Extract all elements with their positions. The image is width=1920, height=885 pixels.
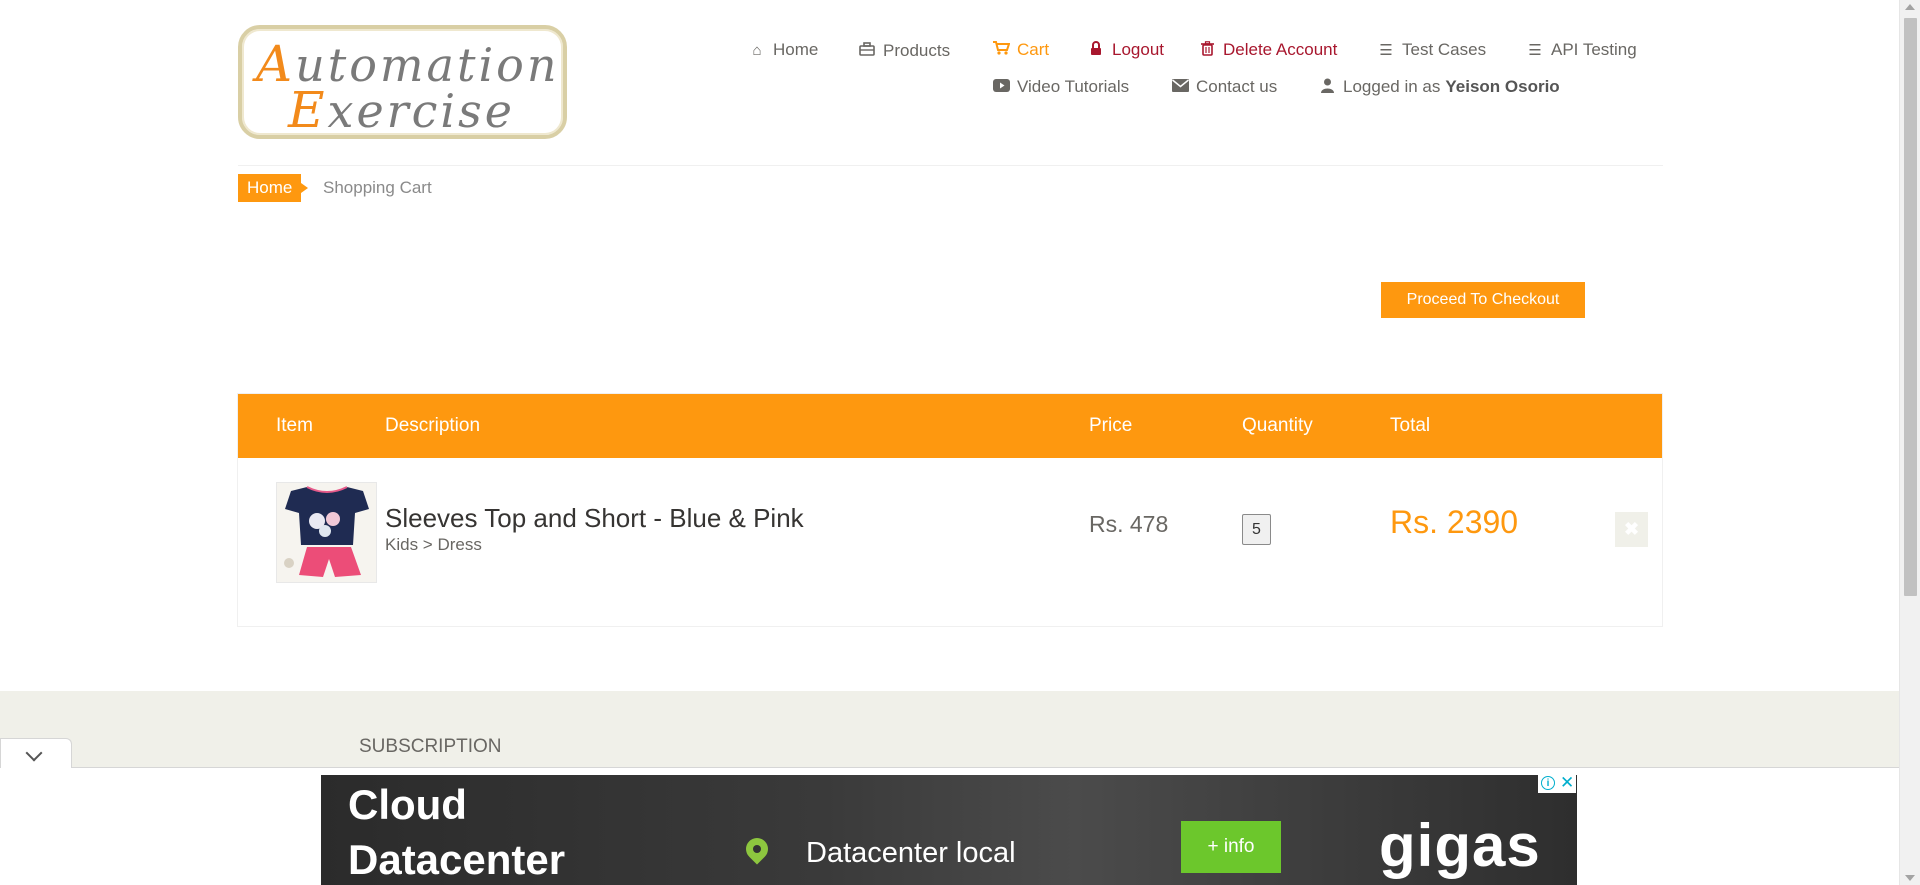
nav-video-tutorials[interactable]: Video Tutorials (993, 77, 1129, 97)
nav-delete-account[interactable]: Delete Account (1199, 40, 1337, 60)
location-pin-icon (741, 833, 773, 865)
site-logo[interactable]: Automation Exercise (238, 25, 567, 139)
product-price: Rs. 478 (1089, 511, 1169, 537)
nav-delete-account-label: Delete Account (1223, 40, 1338, 59)
nav-test-cases[interactable]: ☰ Test Cases (1378, 40, 1486, 60)
header-divider (238, 165, 1663, 166)
nav-logout[interactable]: Logout (1088, 40, 1164, 60)
logo-rest-2: xercise (327, 84, 515, 138)
ad-controls: i ✕ (1538, 773, 1576, 793)
breadcrumb-home[interactable]: Home (238, 174, 309, 202)
nav-cart-label: Cart (1017, 40, 1050, 59)
nav-video-tutorials-label: Video Tutorials (1017, 77, 1130, 96)
nav-cart[interactable]: Cart (993, 40, 1049, 60)
ad-title-line-2: Datacenter (348, 836, 566, 883)
username: Yeison Osorio (1445, 77, 1560, 96)
scroll-thumb[interactable] (1904, 18, 1917, 596)
nav-api-testing[interactable]: ☰ API Testing (1527, 40, 1637, 60)
column-header-quantity: Quantity (1242, 415, 1313, 436)
delete-item-button[interactable]: ✖ (1615, 512, 1648, 547)
chevron-down-icon (25, 744, 43, 762)
nav-contact-us[interactable]: Contact us (1172, 77, 1277, 97)
scroll-up-arrow-icon[interactable] (1905, 4, 1915, 10)
cart-table: Item Description Price Quantity Total Sl… (237, 393, 1663, 627)
logo-line-2: Exercise (288, 81, 515, 139)
collapse-ad-button[interactable] (0, 738, 72, 768)
nav-test-cases-label: Test Cases (1402, 40, 1487, 59)
ad-title-line-1: Cloud (348, 781, 467, 828)
logged-in-label: Logged in as (1343, 77, 1441, 96)
list-icon: ☰ (1528, 42, 1542, 59)
user-icon (1319, 78, 1335, 97)
vertical-scrollbar[interactable] (1899, 0, 1920, 885)
quantity-display: 5 (1242, 514, 1271, 545)
nav-home-label: Home (773, 40, 819, 59)
ad-subtitle: Datacenter local (806, 837, 1016, 869)
lock-icon (1088, 40, 1104, 60)
column-header-total: Total (1390, 415, 1431, 436)
ad-brand-logo: gigas (1379, 812, 1541, 879)
youtube-play-icon (993, 78, 1010, 96)
nav-products-label: Products (883, 41, 951, 60)
subscription-heading: SUBSCRIPTION (359, 736, 502, 757)
nav-contact-us-label: Contact us (1196, 77, 1278, 96)
breadcrumb-current: Shopping Cart (323, 178, 432, 197)
trash-icon (1199, 40, 1215, 60)
list-icon: ☰ (1379, 42, 1393, 59)
nav-logout-label: Logout (1112, 40, 1164, 59)
product-image[interactable] (276, 482, 377, 583)
ad-close-icon[interactable]: ✕ (1560, 773, 1574, 793)
column-header-item: Item (276, 415, 313, 436)
envelope-icon (1172, 78, 1189, 96)
scroll-down-arrow-icon[interactable] (1905, 875, 1915, 881)
nav-home[interactable]: ⌂ Home (749, 40, 818, 60)
adchoices-info-icon[interactable]: i (1541, 776, 1555, 790)
column-header-price: Price (1089, 415, 1133, 436)
nav-api-testing-label: API Testing (1551, 40, 1637, 59)
advertisement[interactable]: Cloud Datacenter Datacenter local + info… (321, 775, 1577, 885)
nav-products[interactable]: Products (859, 41, 950, 61)
logo-cap-2: E (288, 81, 328, 139)
column-header-description: Description (385, 415, 481, 436)
close-icon: ✖ (1623, 519, 1640, 539)
briefcase-icon (859, 42, 875, 60)
product-total: Rs. 2390 (1390, 504, 1519, 540)
shopping-cart-icon (993, 41, 1011, 59)
proceed-to-checkout-button[interactable]: Proceed To Checkout (1381, 282, 1585, 318)
product-category: Kids > Dress (385, 535, 482, 554)
ad-info-button[interactable]: + info (1181, 821, 1281, 873)
nav-logged-in: Logged in as Yeison Osorio (1319, 77, 1560, 97)
home-icon: ⌂ (752, 41, 762, 59)
product-name[interactable]: Sleeves Top and Short - Blue & Pink (385, 503, 804, 534)
cart-table-header: Item Description Price Quantity Total (238, 394, 1662, 458)
